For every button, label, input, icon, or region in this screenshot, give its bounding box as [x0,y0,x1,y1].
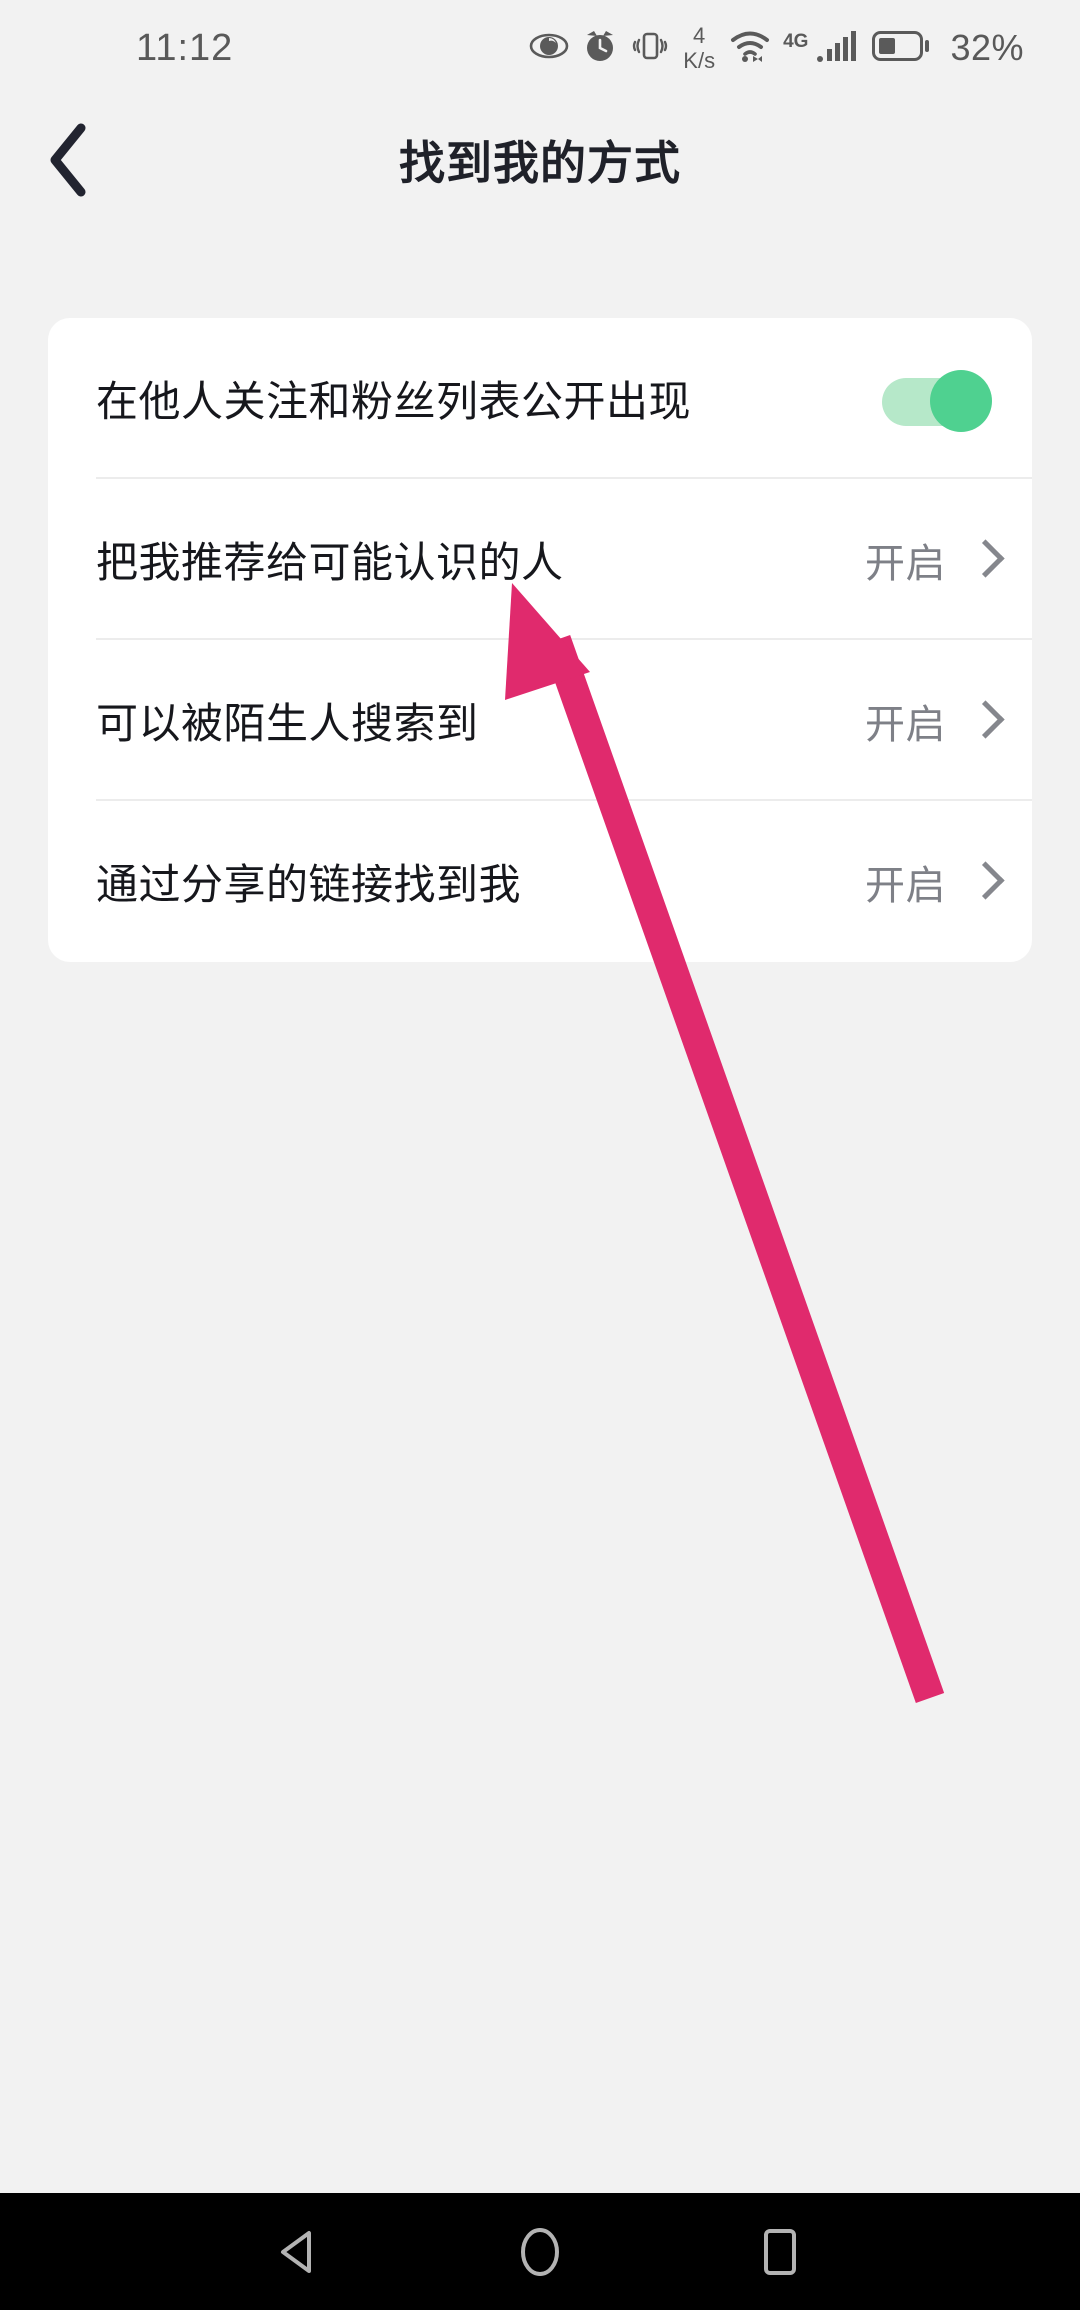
chevron-right-icon [972,863,994,901]
status-icons-group: 4 K/s 4G 32% [529,22,1024,73]
row-label: 在他人关注和粉丝列表公开出现 [96,378,692,425]
battery-icon [872,30,930,67]
nav-home-button[interactable] [485,2193,595,2310]
row-control: 开启 [865,853,1008,911]
settings-row-public-in-follow-lists[interactable]: 在他人关注和粉丝列表公开出现 [48,318,1032,479]
alarm-clock-icon [581,27,619,70]
row-control: 开启 [865,692,1008,750]
eye-comfort-icon [529,29,569,68]
app-header: 找到我的方式 [0,96,1080,224]
settings-row-recommend-to-people-you-may-know[interactable]: 把我推荐给可能认识的人 开启 [48,479,1032,640]
network-type-label: 4G [783,30,809,52]
settings-row-searchable-by-strangers[interactable]: 可以被陌生人搜索到 开启 [48,640,1032,801]
toggle-knob [930,369,992,432]
row-value: 开启 [865,541,946,586]
chevron-right-icon [972,541,994,579]
settings-card: 在他人关注和粉丝列表公开出现 把我推荐给可能认识的人 开启 可以被陌生人搜索到 … [48,318,1032,962]
signal-bars-icon [816,29,860,68]
settings-row-find-me-via-shared-link[interactable]: 通过分享的链接找到我 开启 [48,801,1032,962]
network-speed-indicator: 4 K/s [683,22,716,73]
row-control [882,369,1008,432]
row-value: 开启 [865,863,946,908]
row-control: 开启 [865,531,1008,589]
nav-recents-button[interactable] [725,2193,835,2310]
battery-percent-label: 32% [950,27,1024,68]
network-speed-value: 4 [693,22,706,48]
nav-back-button[interactable] [245,2193,355,2310]
row-label: 可以被陌生人搜索到 [96,700,479,747]
wifi-icon [729,29,771,68]
row-label: 通过分享的链接找到我 [96,861,522,908]
row-value: 开启 [865,702,946,747]
row-label: 把我推荐给可能认识的人 [96,539,564,586]
recents-square-icon [764,2228,796,2275]
back-triangle-icon [281,2230,311,2273]
vibrate-icon [631,27,669,70]
home-circle-icon [521,2227,559,2276]
system-navigation-bar [0,2193,1080,2310]
page-title: 找到我的方式 [399,137,681,189]
status-bar: 11:12 4 K/s 4G 32% [0,0,1080,96]
status-clock: 11:12 [136,26,234,69]
toggle-public-in-follow-lists[interactable] [882,369,992,432]
chevron-right-icon [972,702,994,740]
network-speed-unit: K/s [683,47,716,73]
phone-screen: 11:12 4 K/s 4G 32% 找到我的方式 在他人关注和粉丝列表公开出现… [0,0,1080,2310]
